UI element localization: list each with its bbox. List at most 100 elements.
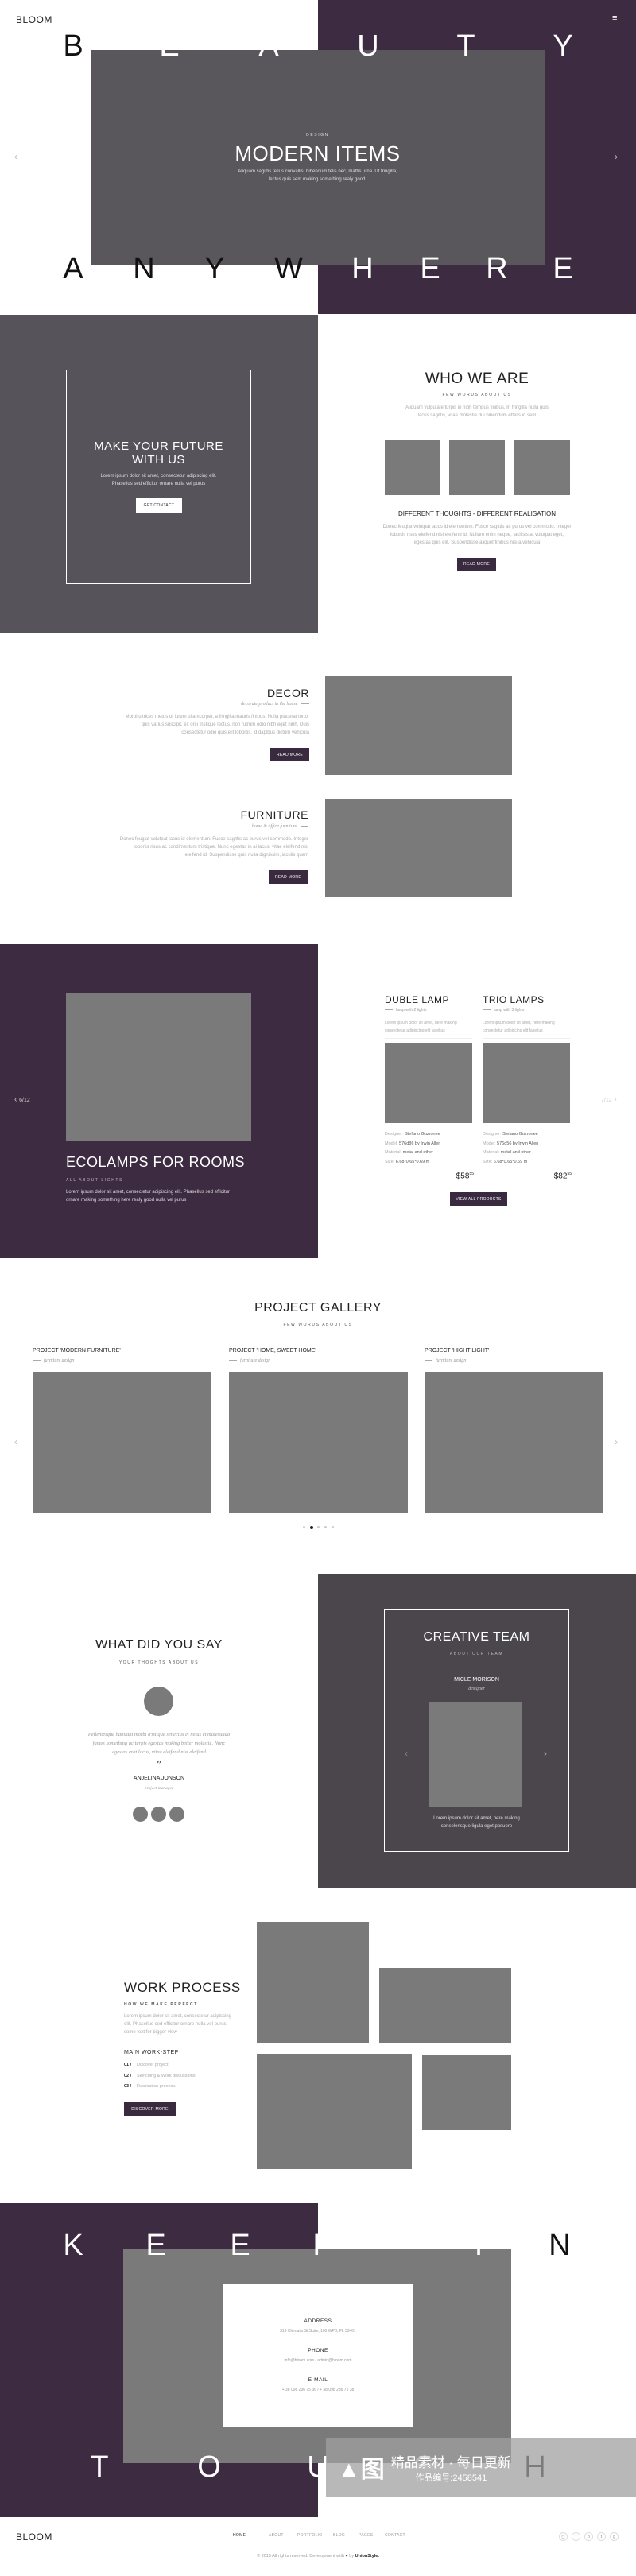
product-price: $8255 (483, 1172, 572, 1180)
footer-nav-contact[interactable]: CONTACT (385, 2533, 405, 2538)
chevron-left-icon[interactable]: ‹ (14, 151, 17, 162)
testimonial-thumb[interactable] (151, 1807, 166, 1822)
get-contact-button[interactable]: GET CONTACT (136, 498, 182, 513)
instagram-icon[interactable]: ◻ (559, 2532, 568, 2541)
project-image[interactable] (229, 1372, 408, 1513)
team-member-name: MICLE MORISON (454, 1677, 499, 1683)
pagination-dot[interactable] (317, 1526, 320, 1528)
project-title: PROJECT 'MODERN FURNITURE' (33, 1348, 121, 1354)
chevron-right-icon[interactable]: › (544, 1748, 547, 1759)
who-text-line: Aliquam vulputate turpis in nibh tempus … (405, 405, 549, 410)
spec-value: 6.68*0.65*0.69 m (395, 1160, 430, 1165)
pagination-dot[interactable] (303, 1526, 305, 1528)
copyright-by: by (349, 2554, 355, 2559)
spec-value: 576d86 by Irwin Allen (399, 1141, 441, 1146)
project-subtitle: furniture design (33, 1358, 74, 1363)
word-letter: Y (204, 252, 225, 285)
product-subtitle: lamp with 2 lights (385, 1008, 426, 1013)
word-letter: P (312, 2229, 333, 2262)
product-image[interactable] (483, 1043, 570, 1123)
footer-nav-pages[interactable]: PAGES (359, 2533, 373, 2538)
future-title: MAKE YOUR FUTURE WITH US (66, 440, 251, 467)
hero-title: MODERN ITEMS (235, 141, 401, 165)
team-text-line: Lorem ipsum dolor sit amet, here making (433, 1816, 520, 1821)
project-image[interactable] (33, 1372, 211, 1513)
decor-text-line: consectetur odio quis elit lobortis, id … (181, 730, 309, 735)
product-name: DUBLE LAMP (385, 994, 450, 1005)
chevron-right-icon[interactable]: › (615, 1436, 618, 1447)
lamps-next[interactable]: 7/12 › (601, 1095, 617, 1104)
product-spec-designer: Designer: Stefano Guzronee (385, 1130, 440, 1140)
testimonials-title: WHAT DID YOU SAY (95, 1638, 223, 1652)
furniture-text-line: lobortis risus ac condimentum tristique.… (134, 845, 308, 850)
word-letter: N (133, 252, 155, 285)
product-spec-size: Size: 6.68*0.65*0.69 m (385, 1158, 429, 1168)
product-text-line: Lorem ipsum dolor sit amet, here making (483, 1021, 555, 1025)
read-more-button[interactable]: READ MORE (457, 558, 496, 571)
view-all-products-button[interactable]: VIEW ALL PRODUCTS (450, 1192, 507, 1206)
step-number: 01 / (124, 2063, 132, 2067)
product-name: TRIO LAMPS (483, 994, 545, 1005)
twitter-icon[interactable]: t (597, 2532, 606, 2541)
product-spec-material: Material: metal and other (385, 1149, 433, 1158)
word-letter: E (553, 252, 573, 285)
word-letter: A (63, 252, 83, 285)
ecolamps-text-line: Lorem ipsum dolor sit amet, consectetur … (66, 1190, 230, 1195)
decor-text-line: quis varius suscipit, ex orci tristique … (141, 722, 309, 727)
copyright-text: © 2015 All rights reserved. Development … (257, 2554, 344, 2559)
quote-line: Pellentesque habitant morbi tristique se… (87, 1732, 231, 1737)
chevron-left-icon[interactable]: ‹ (14, 1436, 17, 1447)
pagination-dot[interactable] (310, 1526, 313, 1529)
testimonial-name: ANJELINA JONSON (133, 1776, 185, 1781)
copyright-brand[interactable]: UnionStyle. (355, 2554, 379, 2559)
footer-logo[interactable]: BLOOM (16, 2531, 52, 2543)
project-subtitle: furniture design (425, 1358, 466, 1363)
chevron-left-icon[interactable]: ‹ (405, 1748, 408, 1759)
furniture-subtitle: home & affice furniture (119, 824, 308, 829)
word-letter: E (145, 2229, 166, 2262)
address-label: ADDRESS (304, 2318, 332, 2324)
gallery-title: PROJECT GALLERY (254, 1301, 382, 1315)
word-letter: R (486, 252, 508, 285)
slide-counter: 7/12 (601, 1098, 612, 1103)
word-letter: T (90, 2450, 109, 2484)
work-text-line: some text for bigger view (124, 2030, 177, 2035)
testimonial-thumb[interactable] (133, 1807, 148, 1822)
product-spec-designer: Designer: Stefano Guzronee (483, 1130, 538, 1140)
work-step: 02 / Sketching & Work discussions; (124, 2074, 196, 2078)
product-image[interactable] (385, 1043, 472, 1123)
dash (229, 1360, 237, 1362)
facebook-icon[interactable]: f (572, 2532, 580, 2541)
spec-value: 576d56 by Irwin Allen (497, 1141, 539, 1146)
furniture-read-more-button[interactable]: READ MORE (269, 870, 308, 884)
lamps-prev[interactable]: ‹ 6/12 (14, 1095, 30, 1104)
logo[interactable]: BLOOM (16, 14, 52, 25)
pagination-dot[interactable] (332, 1526, 334, 1528)
footer-nav-portfolio[interactable]: PORTFOLIO (297, 2533, 323, 2538)
google-plus-icon[interactable]: g (610, 2532, 619, 2541)
product-subtitle-text: lamp with 2 lights (396, 1008, 427, 1013)
hero-text-line: lectus quis sem making something realy g… (268, 177, 367, 182)
ecolamps-title: ECOLAMPS FOR ROOMS (66, 1154, 246, 1170)
decor-read-more-button[interactable]: READ MORE (270, 748, 309, 761)
furniture-image (325, 799, 512, 897)
work-image (379, 1968, 511, 2043)
pinterest-icon[interactable]: p (584, 2532, 593, 2541)
dash (483, 1009, 491, 1011)
discover-more-button[interactable]: DISCOVER MORE (124, 2102, 176, 2116)
testimonial-thumb[interactable] (169, 1807, 184, 1822)
hamburger-icon[interactable]: ≡ (612, 14, 620, 23)
price-value: $58 (456, 1172, 470, 1181)
chevron-right-icon[interactable]: › (612, 1095, 616, 1104)
address-value: 319 Clematis St.Suite, 100 WPB, FL 33401 (280, 2329, 356, 2334)
project-image[interactable] (425, 1372, 603, 1513)
divider (483, 1038, 570, 1039)
footer-nav-about[interactable]: ABOUT (269, 2533, 284, 2538)
work-steps-title: MAIN WORK-STEP (124, 2050, 179, 2055)
footer-nav-blog[interactable]: BLOG (333, 2533, 345, 2538)
footer-nav-home[interactable]: HOME (233, 2533, 246, 2538)
project-subtitle: furniture design (229, 1358, 270, 1363)
product-spec-model: Model: 576d56 by Irwin Allen (483, 1140, 538, 1149)
chevron-right-icon[interactable]: › (615, 151, 618, 162)
pagination-dot[interactable] (324, 1526, 327, 1528)
